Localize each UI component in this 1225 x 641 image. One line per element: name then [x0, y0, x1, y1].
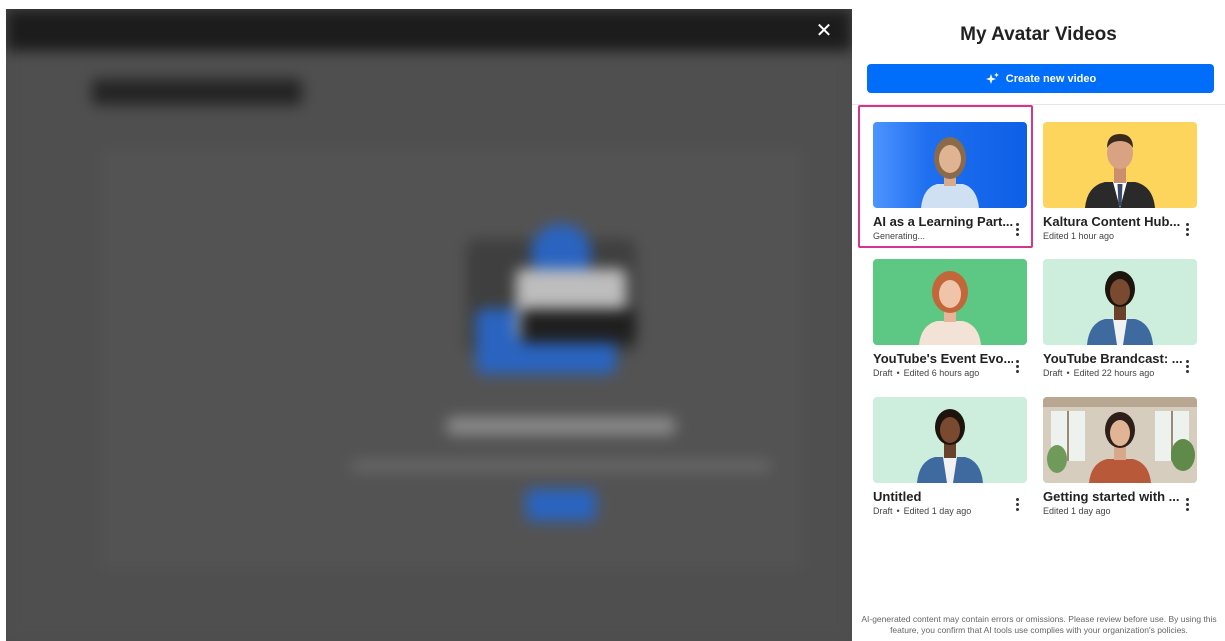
- video-status: Draft • Edited 22 hours ago: [1043, 368, 1155, 378]
- video-status: Draft • Edited 6 hours ago: [873, 368, 980, 378]
- background-button: [526, 489, 596, 521]
- video-status-text: Draft: [873, 368, 893, 378]
- panel-divider: [852, 104, 1225, 105]
- video-title: YouTube's Event Evo...: [873, 351, 1013, 366]
- video-card[interactable]: YouTube's Event Evo... Draft • Edited 6 ho…: [873, 259, 1037, 387]
- video-status-text: Draft: [1043, 368, 1063, 378]
- video-edited-text: Edited 22 hours ago: [1073, 368, 1155, 378]
- background-title: [92, 79, 302, 105]
- video-thumbnail[interactable]: [873, 397, 1027, 483]
- video-thumbnail[interactable]: [873, 259, 1027, 345]
- video-card[interactable]: AI as a Learning Part... Generating...: [858, 105, 1037, 250]
- more-options-icon[interactable]: [1011, 357, 1023, 375]
- sparkle-icon: [985, 72, 1000, 85]
- create-new-video-label: Create new video: [1005, 72, 1097, 85]
- video-status: Edited 1 hour ago: [1043, 231, 1193, 241]
- video-card[interactable]: YouTube Brandcast: ... Draft • Edited 22 h…: [1043, 259, 1207, 387]
- background-subtext: [351, 461, 771, 471]
- background-panel: [102, 149, 802, 569]
- ai-disclaimer: AI-generated content may contain errors …: [861, 614, 1217, 635]
- video-edited-text: Edited 1 day ago: [1043, 506, 1111, 516]
- video-title: AI as a Learning Part...: [873, 214, 1013, 229]
- video-status: Generating...: [873, 231, 1023, 241]
- background-app-blurred: [0, 0, 852, 641]
- more-options-icon[interactable]: [1011, 220, 1023, 238]
- video-card[interactable]: Untitled Draft • Edited 1 day ago: [873, 397, 1037, 525]
- video-edited-text: Edited 6 hours ago: [903, 368, 980, 378]
- background-illustration-bar: [521, 309, 636, 343]
- left-edge: [0, 0, 6, 641]
- video-status-text: Draft: [873, 506, 893, 516]
- background-content: [6, 9, 852, 641]
- video-card[interactable]: Getting started with ... Edited 1 day ag…: [1043, 397, 1207, 525]
- avatar-videos-panel: My Avatar Videos Create new video AI as …: [852, 0, 1225, 641]
- video-thumbnail[interactable]: [1043, 259, 1197, 345]
- video-title: Kaltura Content Hub...: [1043, 214, 1181, 229]
- video-title: YouTube Brandcast: ...: [1043, 351, 1183, 366]
- create-new-video-button[interactable]: Create new video: [867, 64, 1214, 93]
- video-title: Getting started with ...: [1043, 489, 1180, 504]
- video-edited-text: Edited 1 hour ago: [1043, 231, 1115, 241]
- background-heading: [446, 417, 676, 435]
- video-thumbnail[interactable]: [873, 122, 1027, 208]
- more-options-icon[interactable]: [1181, 495, 1193, 513]
- background-topbar: [6, 9, 852, 51]
- top-edge: [0, 0, 852, 9]
- more-options-icon[interactable]: [1011, 495, 1023, 513]
- video-status: Draft • Edited 1 day ago: [873, 506, 972, 516]
- video-status-text: Generating...: [873, 231, 926, 241]
- video-status: Edited 1 day ago: [1043, 506, 1193, 516]
- panel-title: My Avatar Videos: [960, 24, 1117, 45]
- video-thumbnail[interactable]: [1043, 122, 1197, 208]
- video-title: Untitled: [873, 489, 922, 504]
- video-edited-text: Edited 1 day ago: [903, 506, 972, 516]
- close-icon[interactable]: ✕: [812, 18, 836, 42]
- more-options-icon[interactable]: [1181, 357, 1193, 375]
- video-card[interactable]: Kaltura Content Hub... Edited 1 hour ago: [1043, 122, 1207, 250]
- more-options-icon[interactable]: [1181, 220, 1193, 238]
- video-thumbnail[interactable]: [1043, 397, 1197, 483]
